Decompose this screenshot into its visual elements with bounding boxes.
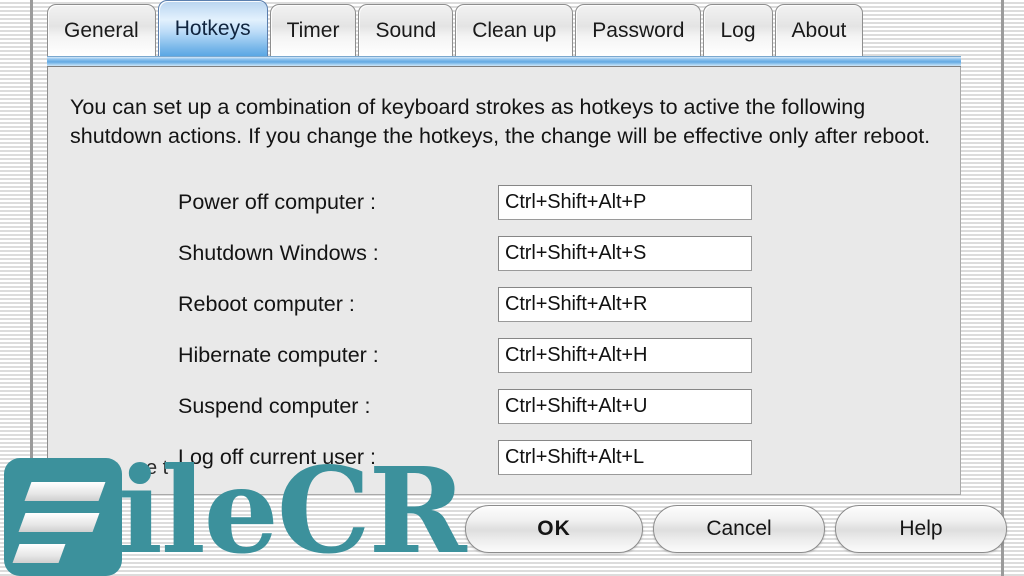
tab-strip: General Hotkeys Timer Sound Clean up Pas…	[47, 0, 961, 56]
hotkey-input-shutdown[interactable]: Ctrl+Shift+Alt+S	[498, 236, 752, 271]
hotkey-input-hibernate[interactable]: Ctrl+Shift+Alt+H	[498, 338, 752, 373]
tab-log[interactable]: Log	[703, 4, 773, 56]
hotkey-list: Power off computer : Ctrl+Shift+Alt+P Sh…	[48, 177, 962, 483]
tab-general[interactable]: General	[47, 4, 156, 56]
hotkeys-panel: You can set up a combination of keyboard…	[47, 67, 961, 495]
hotkey-input-reboot[interactable]: Ctrl+Shift+Alt+R	[498, 287, 752, 322]
hotkey-label-power-off: Power off computer :	[178, 190, 376, 214]
hotkey-label-shutdown: Shutdown Windows :	[178, 241, 379, 265]
tab-underline	[47, 56, 961, 67]
ok-button-label: OK	[537, 517, 571, 540]
hotkey-label-suspend: Suspend computer :	[178, 394, 371, 418]
button-bar: OK Cancel Help	[47, 505, 1007, 557]
ok-button[interactable]: OK	[465, 505, 643, 553]
tab-clean-up-label: Clean up	[472, 18, 557, 42]
hotkey-input-power-off[interactable]: Ctrl+Shift+Alt+P	[498, 185, 752, 220]
hotkey-input-suspend[interactable]: Ctrl+Shift+Alt+U	[498, 389, 752, 424]
help-button[interactable]: Help	[835, 505, 1007, 553]
tab-clean-up[interactable]: Clean up	[455, 4, 574, 56]
hotkey-label-reboot: Reboot computer :	[178, 292, 355, 316]
left-rail	[30, 0, 33, 576]
tab-sound[interactable]: Sound	[358, 4, 454, 56]
tab-about[interactable]: About	[774, 4, 864, 56]
tab-hotkeys-label: Hotkeys	[174, 16, 251, 40]
tab-general-label: General	[64, 18, 139, 42]
tab-hotkeys[interactable]: Hotkeys	[157, 0, 268, 56]
hotkeys-dialog: General Hotkeys Timer Sound Clean up Pas…	[47, 0, 1007, 576]
tab-log-label: Log	[720, 18, 756, 42]
hotkey-row-shutdown: Shutdown Windows : Ctrl+Shift+Alt+S	[48, 228, 962, 279]
hotkey-label-hibernate: Hibernate computer :	[178, 343, 379, 367]
tab-timer[interactable]: Timer	[269, 4, 357, 56]
hotkey-row-hibernate: Hibernate computer : Ctrl+Shift+Alt+H	[48, 330, 962, 381]
hotkey-row-suspend: Suspend computer : Ctrl+Shift+Alt+U	[48, 381, 962, 432]
tab-about-label: About	[791, 18, 847, 42]
tab-password[interactable]: Password	[575, 4, 702, 56]
hotkey-row-reboot: Reboot computer : Ctrl+Shift+Alt+R	[48, 279, 962, 330]
screen-background: General Hotkeys Timer Sound Clean up Pas…	[0, 0, 1024, 576]
tab-sound-label: Sound	[375, 18, 437, 42]
hotkey-row-log-off: Log off current user : Ctrl+Shift+Alt+L	[48, 432, 962, 483]
obscured-bottom-control[interactable]: e t	[146, 457, 168, 480]
cancel-button[interactable]: Cancel	[653, 505, 825, 553]
tab-password-label: Password	[592, 18, 685, 42]
hotkey-row-power-off: Power off computer : Ctrl+Shift+Alt+P	[48, 177, 962, 228]
help-button-label: Help	[899, 517, 943, 540]
hotkey-label-log-off: Log off current user :	[178, 445, 376, 469]
right-rail	[1001, 0, 1004, 576]
description-text: You can set up a combination of keyboard…	[70, 95, 931, 148]
hotkey-input-log-off[interactable]: Ctrl+Shift+Alt+L	[498, 440, 752, 475]
cancel-button-label: Cancel	[706, 517, 772, 540]
tab-timer-label: Timer	[286, 18, 340, 42]
